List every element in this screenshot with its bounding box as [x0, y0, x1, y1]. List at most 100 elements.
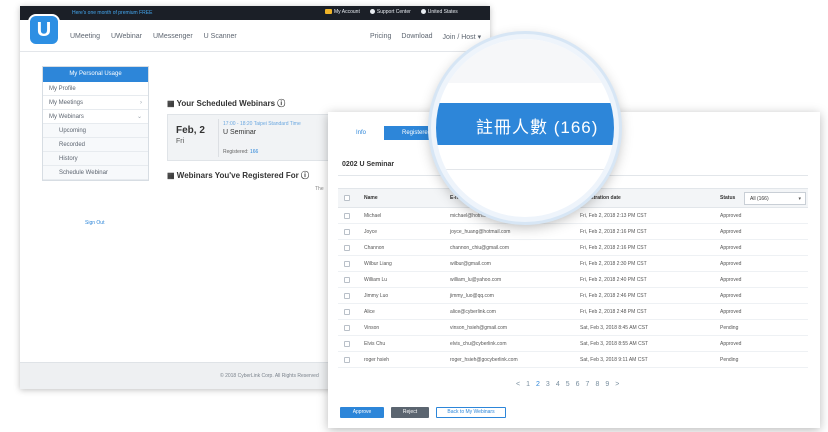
calendar-icon: ▦ — [167, 99, 175, 108]
cell-name: Elvis Chu — [364, 341, 386, 347]
pager-page[interactable]: 1 — [526, 381, 530, 388]
table-row[interactable]: Alice alice@cyberlink.com Fri, Feb 2, 20… — [338, 304, 808, 320]
pager-page[interactable]: 8 — [595, 381, 599, 388]
chevron-right-icon: › — [140, 100, 142, 106]
table-row[interactable]: Elvis Chu elvis_chu@cyberlink.com Sat, F… — [338, 336, 808, 352]
pager-page[interactable]: 5 — [566, 381, 570, 388]
table-row[interactable]: roger hsieh roger_hsieh@gocyberlink.com … — [338, 352, 808, 368]
status-filter-select[interactable]: All (166) ▾ — [744, 192, 806, 205]
nav-umessenger[interactable]: UMessenger — [153, 33, 193, 40]
col-name[interactable]: Name — [364, 195, 378, 201]
cell-date: Sat, Feb 3, 2018 9:11 AM CST — [580, 357, 648, 363]
region-link[interactable]: United States — [420, 9, 458, 15]
row-checkbox[interactable] — [344, 213, 350, 219]
back-to-webinars-button[interactable]: Back to My Webinars — [436, 407, 506, 418]
pager-page[interactable]: 7 — [586, 381, 590, 388]
table-row[interactable]: Michael michael@hotmail.com Fri, Feb 2, … — [338, 208, 808, 224]
cell-email: elvis_chu@cyberlink.com — [450, 341, 507, 347]
cell-email: channon_chiu@gmail.com — [450, 245, 509, 251]
sidebar-item-history[interactable]: History — [43, 152, 148, 166]
row-checkbox[interactable] — [344, 293, 350, 299]
sidebar-item-my-webinars[interactable]: My Webinars ⌄ — [43, 110, 148, 124]
cell-email: wilbur@gmail.com — [450, 261, 491, 267]
top-links: My Account Support Center United States — [325, 9, 458, 15]
webinar-name[interactable]: U Seminar — [223, 129, 256, 136]
cell-status: Approved — [720, 277, 742, 283]
card-divider — [218, 119, 219, 157]
approve-button[interactable]: Approve — [340, 407, 384, 418]
magnified-registered-tab: 註冊人數 (166) — [476, 118, 599, 137]
pager-prev[interactable]: < — [516, 381, 520, 388]
cell-status: Approved — [720, 213, 742, 219]
row-checkbox[interactable] — [344, 341, 350, 347]
sidebar-item-schedule-webinar[interactable]: Schedule Webinar — [43, 166, 148, 180]
cell-name: Alice — [364, 309, 375, 315]
tab-info[interactable]: Info — [338, 126, 384, 140]
nav-umeeting[interactable]: UMeeting — [70, 33, 100, 40]
pager-next[interactable]: > — [615, 381, 619, 388]
u-logo[interactable]: U — [30, 16, 58, 44]
table-row[interactable]: Vinson vinson_hsieh@gmail.com Sat, Feb 3… — [338, 320, 808, 336]
sign-out-link[interactable]: Sign Out — [85, 220, 104, 226]
row-checkbox[interactable] — [344, 277, 350, 283]
table-row[interactable]: Jimmy Luo jimmy_luo@qq.com Fri, Feb 2, 2… — [338, 288, 808, 304]
row-checkbox[interactable] — [344, 357, 350, 363]
pager-page[interactable]: 9 — [605, 381, 609, 388]
sidebar-item-upcoming[interactable]: Upcoming — [43, 124, 148, 138]
registered-count-link[interactable]: 166 — [250, 149, 258, 155]
sidebar-item-recorded[interactable]: Recorded — [43, 138, 148, 152]
cell-name: Michael — [364, 213, 382, 219]
nav-pricing[interactable]: Pricing — [370, 33, 391, 41]
webinar-time: 17:00 - 18:20 Taipei Standard Time — [223, 121, 301, 127]
registered-for-text: The — [315, 186, 324, 192]
dropdown-arrow-icon: ▾ — [798, 196, 801, 202]
support-icon — [369, 9, 375, 14]
nav-download[interactable]: Download — [401, 33, 432, 41]
row-checkbox[interactable] — [344, 261, 350, 267]
webinar-day: Fri — [176, 138, 185, 145]
support-center-link[interactable]: Support Center — [369, 9, 411, 15]
nav-uwebinar[interactable]: UWebinar — [111, 33, 142, 40]
col-status: Status — [720, 195, 736, 201]
pager-page[interactable]: 4 — [556, 381, 560, 388]
select-all-checkbox[interactable] — [344, 195, 350, 201]
table-row[interactable]: William Lu william_lu@yahoo.com Fri, Feb… — [338, 272, 808, 288]
pager-page-current[interactable]: 2 — [536, 381, 540, 388]
registered-count: Registered: 166 — [223, 149, 259, 155]
cell-name: Vinson — [364, 325, 380, 331]
registered-for-heading: ▦ Webinars You've Registered For ⓘ — [167, 171, 309, 180]
cell-status: Approved — [720, 341, 742, 347]
cell-status: Approved — [720, 261, 742, 267]
pager-page[interactable]: 6 — [576, 381, 580, 388]
row-checkbox[interactable] — [344, 309, 350, 315]
cell-date: Fri, Feb 2, 2018 2:16 PM CST — [580, 245, 647, 251]
nav-uscanner[interactable]: U Scanner — [204, 33, 237, 40]
cell-status: Pending — [720, 325, 739, 331]
row-checkbox[interactable] — [344, 245, 350, 251]
crown-icon — [325, 9, 332, 14]
sidebar-item-my-profile[interactable]: My Profile — [43, 82, 148, 96]
cell-date: Fri, Feb 2, 2018 2:13 PM CST — [580, 213, 647, 219]
sidebar-item-my-meetings[interactable]: My Meetings › — [43, 96, 148, 110]
cell-name: roger hsieh — [364, 357, 390, 363]
cell-name: Wilbur Liang — [364, 261, 392, 267]
pager-page[interactable]: 3 — [546, 381, 550, 388]
table-row[interactable]: Channon channon_chiu@gmail.com Fri, Feb … — [338, 240, 808, 256]
table-row[interactable]: Wilbur Liang wilbur@gmail.com Fri, Feb 2… — [338, 256, 808, 272]
row-checkbox[interactable] — [344, 325, 350, 331]
promo-link[interactable]: Here's one month of premium FREE — [72, 10, 152, 16]
cell-name: Joyce — [364, 229, 378, 235]
top-bar: Here's one month of premium FREE My Acco… — [20, 6, 490, 20]
cell-status: Approved — [720, 293, 742, 299]
row-checkbox[interactable] — [344, 229, 350, 235]
cell-status: Approved — [720, 229, 742, 235]
info-icon[interactable]: ⓘ — [301, 171, 309, 180]
my-account-link[interactable]: My Account — [325, 9, 360, 15]
info-icon[interactable]: ⓘ — [277, 99, 285, 108]
magnifier-divider — [436, 169, 614, 170]
magnifier-callout: 註冊人數 (166) — [431, 34, 619, 222]
sidebar-header: My Personal Usage — [43, 67, 148, 82]
table-row[interactable]: Joyce joyce_huang@hotmail.com Fri, Feb 2… — [338, 224, 808, 240]
reject-button[interactable]: Reject — [391, 407, 429, 418]
cell-email: roger_hsieh@gocyberlink.com — [450, 357, 518, 363]
